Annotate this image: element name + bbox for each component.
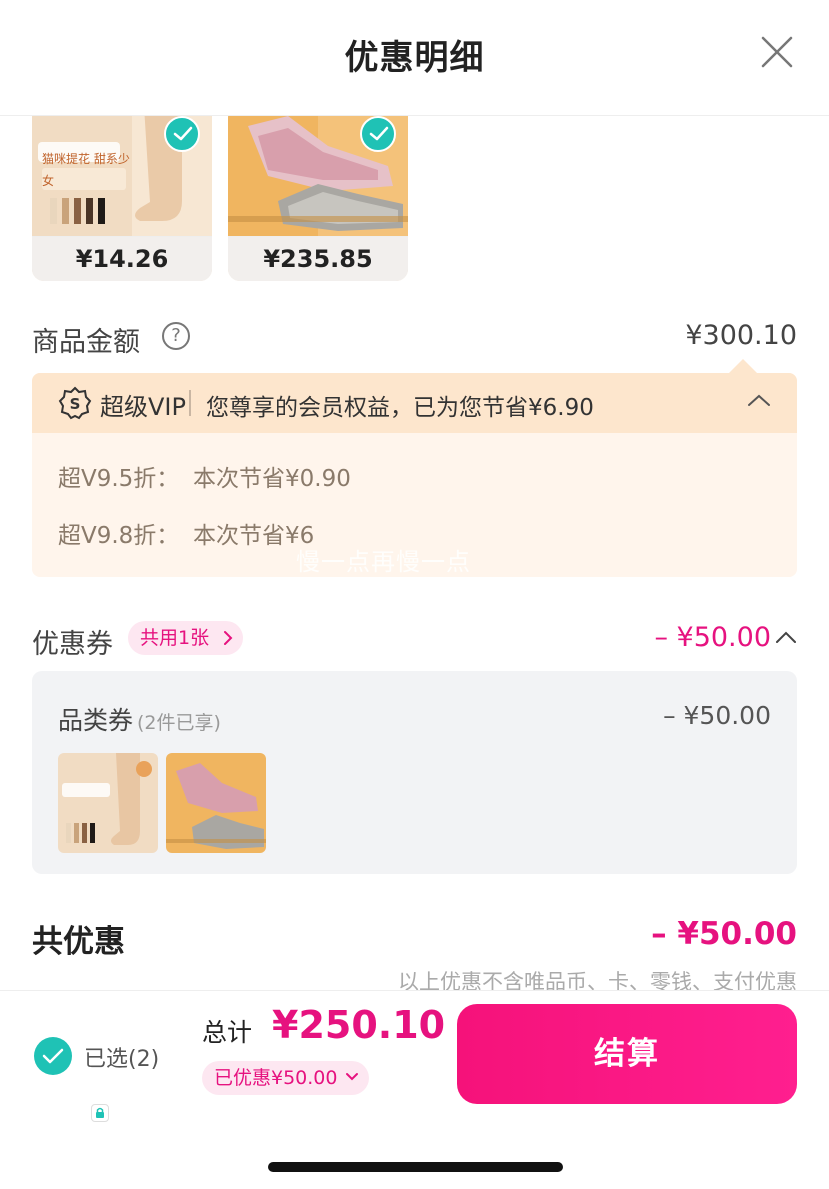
sneakers-image <box>166 753 266 853</box>
product-check-badge[interactable] <box>164 116 200 152</box>
discount-note: 以上优惠不含唯品币、卡、零钱、支付优惠 <box>398 970 797 990</box>
check-icon <box>42 1048 64 1064</box>
coupon-row: 优惠券 共用1张 – ¥50.00 <box>32 620 797 664</box>
category-coupon-value: – ¥50.00 <box>663 701 771 730</box>
product-card-sneakers[interactable]: ¥235.85 <box>228 116 408 281</box>
check-icon <box>173 126 193 141</box>
chevron-up-icon <box>748 394 770 406</box>
product-price: ¥235.85 <box>228 236 408 281</box>
coupon-count-tag[interactable]: 共用1张 <box>128 621 244 655</box>
vip-line: 超V9.5折： 本次节省¥0.90 <box>58 459 351 493</box>
coupon-item-thumb <box>166 753 266 853</box>
socks-image <box>58 753 158 853</box>
coupon-count-text: 共用1张 <box>140 627 210 649</box>
category-coupon-sub: (2件已享) <box>137 712 221 734</box>
product-card-socks[interactable]: 猫咪提花 甜系少女 ¥14.26 <box>32 116 212 281</box>
coupon-label: 优惠券 <box>32 629 113 660</box>
close-button[interactable] <box>755 30 799 74</box>
total-label: 总计 <box>202 1018 253 1047</box>
product-price: ¥14.26 <box>32 236 212 281</box>
help-icon[interactable]: ? <box>162 322 190 350</box>
vip-shield-icon: S <box>58 386 92 420</box>
vip-line-name: 超V9.5折： <box>58 466 180 492</box>
coupon-value: – ¥50.00 <box>654 622 771 653</box>
selected-count: 已选(2) <box>84 1047 160 1072</box>
vip-line: 超V9.8折： 本次节省¥6 <box>58 516 314 550</box>
close-icon <box>761 36 793 68</box>
total-discount-label: 共优惠 <box>32 924 125 960</box>
coupon-item-thumb <box>58 753 158 853</box>
total-discount-value: – ¥50.00 <box>651 916 797 952</box>
goods-amount-row: 商品金额 ? ¥300.10 <box>32 316 797 360</box>
svg-text:S: S <box>70 395 81 413</box>
vip-benefit-header[interactable]: S 超级VIP 您尊享的会员权益，已为您节省¥6.90 <box>32 373 797 433</box>
vip-caret <box>729 359 757 373</box>
checkout-button[interactable]: 结算 <box>457 1004 797 1104</box>
checkout-bar: 已选(2) 总计 ¥250.10 已优惠¥50.00 结算 <box>0 990 829 1189</box>
select-all-checkbox[interactable] <box>34 1037 109 1122</box>
discount-detail-sheet: 优惠明细 猫咪提花 甜系少女 ¥14.26 ¥235.85 商品金额 ? ¥30… <box>0 0 829 1189</box>
total-value: ¥250.10 <box>272 1003 446 1047</box>
chevron-right-icon <box>224 631 233 645</box>
category-coupon-box: 品类券 (2件已享) – ¥50.00 <box>32 671 797 874</box>
vip-line-name: 超V9.8折： <box>58 523 180 549</box>
sheet-header: 优惠明细 <box>0 0 829 116</box>
vip-summary: 您尊享的会员权益，已为您节省¥6.90 <box>206 395 594 421</box>
home-indicator <box>268 1162 563 1172</box>
detail-content: 猫咪提花 甜系少女 ¥14.26 ¥235.85 商品金额 ? ¥300.10 … <box>0 116 829 990</box>
chevron-up-icon[interactable] <box>775 630 797 644</box>
saved-amount-text: 已优惠¥50.00 <box>214 1067 338 1089</box>
page-title: 优惠明细 <box>344 38 485 78</box>
product-check-badge[interactable] <box>360 116 396 152</box>
check-icon <box>369 126 389 141</box>
category-coupon-label: 品类券 (2件已享) <box>58 701 221 737</box>
category-coupon-title: 品类券 <box>58 706 134 735</box>
socks-packaging-text: 猫咪提花 甜系少女 <box>42 152 130 188</box>
goods-amount-value: ¥300.10 <box>685 320 797 351</box>
lock-icon <box>91 1104 109 1122</box>
total-discount-row: 共优惠 – ¥50.00 <box>32 916 797 966</box>
goods-amount-label: 商品金额 <box>32 327 140 358</box>
vip-brand-label: 超级VIP <box>100 393 186 421</box>
saved-amount-pill[interactable]: 已优惠¥50.00 <box>202 1061 370 1095</box>
vip-line-saving: 本次节省¥0.90 <box>193 466 351 492</box>
vip-divider <box>189 390 191 416</box>
watermark-text: 慢一点再慢一点 <box>296 548 471 576</box>
chevron-down-icon <box>346 1073 359 1081</box>
